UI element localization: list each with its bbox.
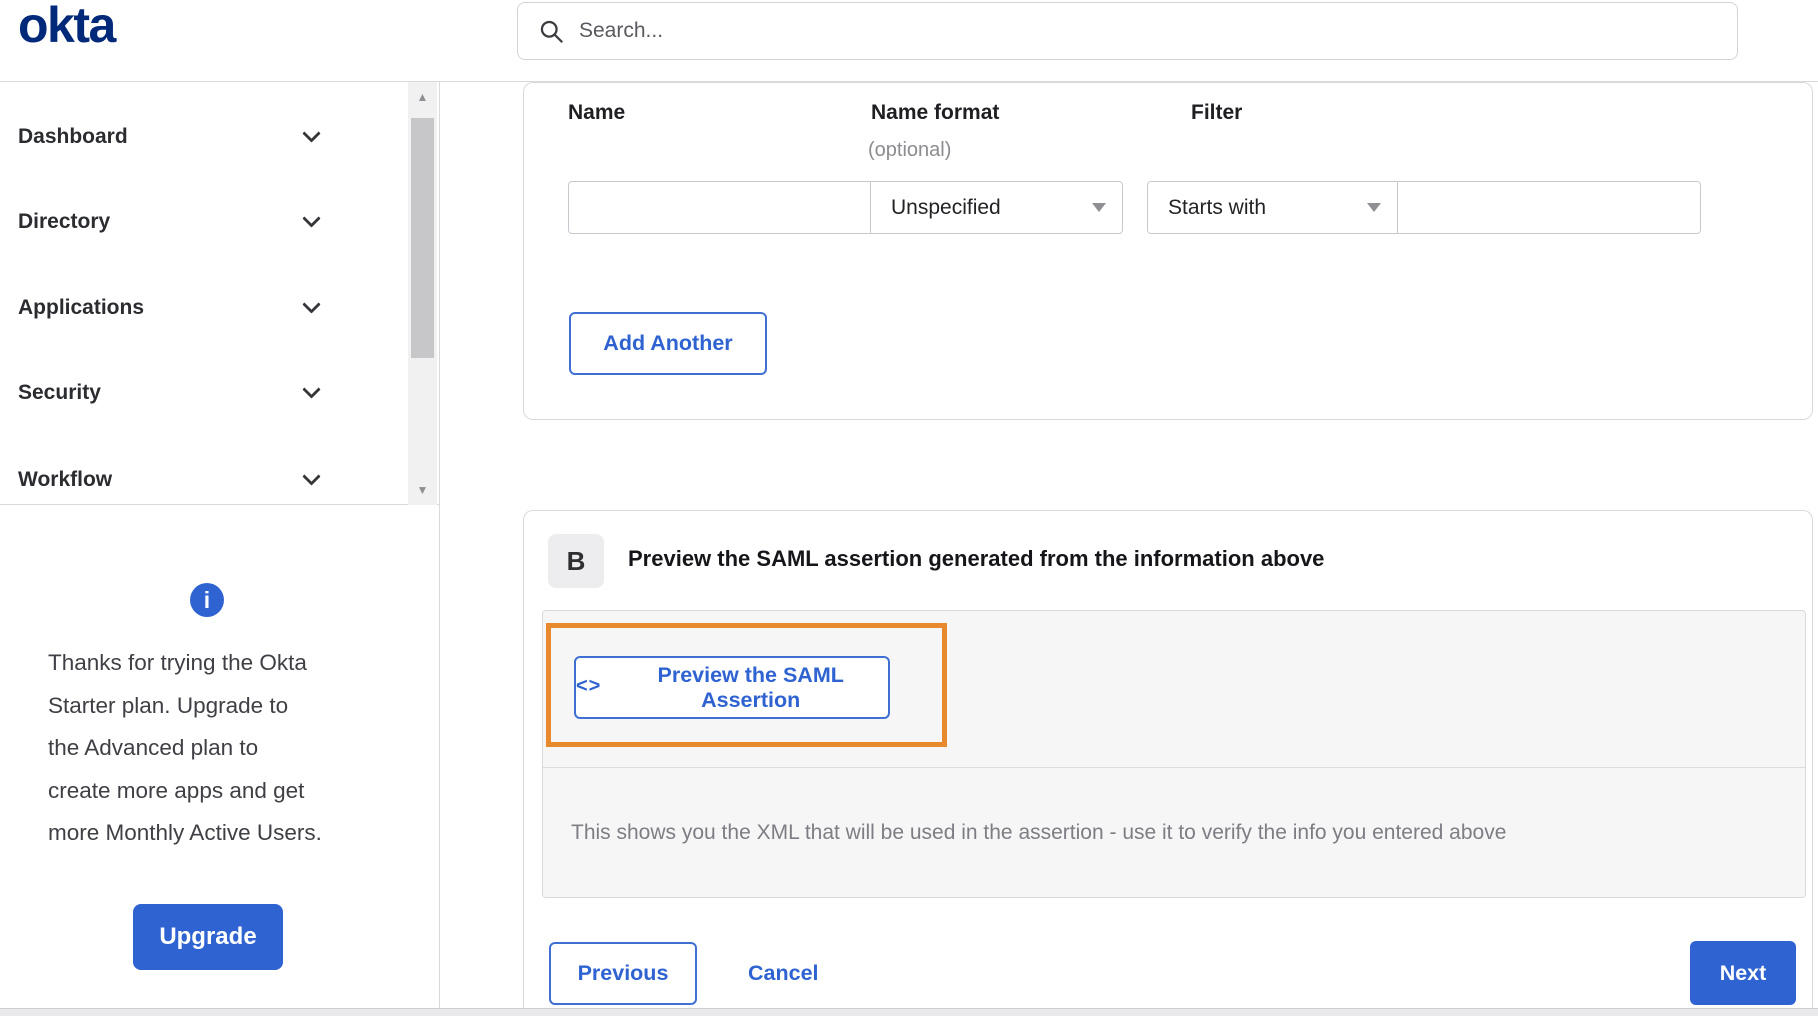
chevron-down-icon [302, 467, 321, 486]
sidebar-item-label: Security [18, 381, 101, 404]
upgrade-button[interactable]: Upgrade [133, 904, 283, 970]
bottom-scroll-strip [0, 1008, 1818, 1016]
attribute-name-input[interactable] [568, 181, 871, 234]
sidebar-item-label: Workflow [18, 468, 113, 491]
chevron-down-icon [302, 295, 321, 314]
search-icon [540, 20, 563, 43]
scroll-up-icon[interactable]: ▲ [408, 84, 437, 110]
promo-line: Thanks for trying the Okta [48, 650, 307, 675]
promo-line: create more apps and get [48, 777, 305, 803]
plan-promo-text: Thanks for trying the Okta Starter plan.… [48, 642, 393, 855]
sidebar-item-applications[interactable]: Applications [18, 286, 321, 330]
chevron-down-icon [302, 380, 321, 399]
top-header: okta [0, 0, 1818, 82]
preview-assertion-card: B Preview the SAML assertion generated f… [523, 510, 1813, 1008]
name-format-selected-value: Unspecified [891, 195, 1001, 219]
okta-admin-page: okta Dashboard Directory Applications [0, 0, 1818, 1016]
attribute-statements-card: Name Name format (optional) Filter Unspe… [523, 82, 1813, 420]
chevron-down-icon [302, 209, 321, 228]
global-search[interactable] [517, 2, 1738, 60]
sidebar-item-directory[interactable]: Directory [18, 200, 321, 244]
optional-label: (optional) [868, 139, 952, 161]
preview-saml-assertion-button[interactable]: <> Preview the SAML Assertion [574, 656, 890, 719]
sidebar-item-workflow[interactable]: Workflow [18, 458, 321, 502]
sidebar-nav: Dashboard Directory Applications Securit… [0, 82, 439, 505]
chevron-down-icon [302, 124, 321, 143]
sidebar-item-security[interactable]: Security [18, 371, 321, 415]
name-format-column-label: Name format [871, 101, 1000, 124]
code-icon: <> [576, 675, 602, 697]
sidebar-scrollbar[interactable]: ▲ ▼ [408, 82, 437, 505]
add-another-button[interactable]: Add Another [569, 312, 767, 375]
promo-line: the Advanced plan to [48, 735, 259, 760]
preview-section-title: Preview the SAML assertion generated fro… [628, 546, 1325, 571]
sidebar: Dashboard Directory Applications Securit… [0, 82, 440, 1016]
preview-description: This shows you the XML that will be used… [543, 767, 1805, 898]
dropdown-arrow-icon [1092, 203, 1106, 212]
filter-column-label: Filter [1191, 101, 1243, 124]
info-icon: i [190, 583, 224, 617]
preview-button-label: Preview the SAML Assertion [657, 662, 844, 712]
name-format-select[interactable]: Unspecified [870, 181, 1123, 234]
cancel-link[interactable]: Cancel [748, 942, 819, 1005]
next-button[interactable]: Next [1690, 941, 1796, 1005]
sidebar-item-label: Directory [18, 210, 111, 233]
sidebar-item-label: Applications [18, 296, 145, 319]
promo-line: Starter plan. Upgrade to [48, 692, 289, 718]
okta-logo: okta [18, 0, 116, 53]
sidebar-item-label: Dashboard [18, 125, 128, 148]
search-input[interactable] [579, 19, 1717, 43]
filter-operator-selected-value: Starts with [1168, 195, 1267, 219]
promo-line: more Monthly Active Users. [48, 820, 322, 845]
step-b-badge: B [548, 534, 604, 588]
preview-panel: This shows you the XML that will be used… [542, 610, 1806, 898]
previous-button[interactable]: Previous [549, 942, 697, 1005]
filter-operator-select[interactable]: Starts with [1147, 181, 1398, 234]
name-column-label: Name [568, 101, 626, 124]
sidebar-item-dashboard[interactable]: Dashboard [18, 115, 321, 159]
scroll-down-icon[interactable]: ▼ [408, 477, 437, 503]
scrollbar-thumb[interactable] [411, 118, 434, 358]
dropdown-arrow-icon [1367, 203, 1381, 212]
filter-value-input[interactable] [1397, 181, 1701, 234]
